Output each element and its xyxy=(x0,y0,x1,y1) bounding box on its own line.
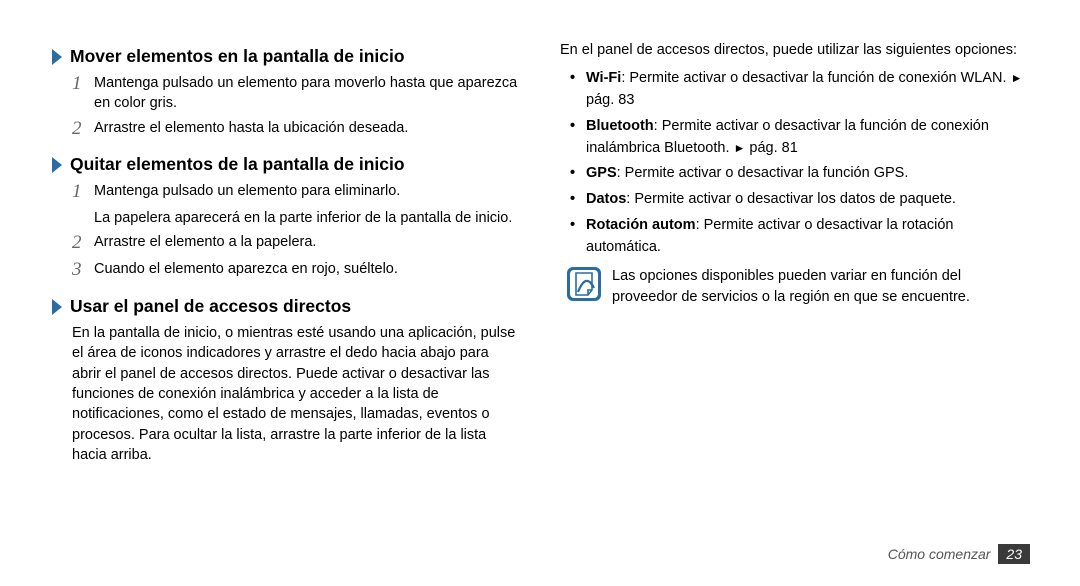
step-number: 2 xyxy=(72,118,94,141)
step-text: Mantenga pulsado un elemento para moverl… xyxy=(94,73,520,114)
page-footer: Cómo comenzar 23 xyxy=(888,544,1030,564)
numbered-step: 3 Cuando el elemento aparezca en rojo, s… xyxy=(72,259,520,282)
section-paragraph: En la pantalla de inicio, o mientras est… xyxy=(72,323,520,465)
footer-section-label: Cómo comenzar xyxy=(888,546,991,562)
numbered-step: 2 Arrastre el elemento a la papelera. xyxy=(72,232,520,255)
left-column: Mover elementos en la pantalla de inicio… xyxy=(50,40,520,469)
bullet-rest: : Permite activar o desactivar los datos… xyxy=(626,191,956,207)
bullet-bold: Wi-Fi xyxy=(586,70,621,86)
right-column: En el panel de accesos directos, puede u… xyxy=(560,40,1030,469)
list-item: • Datos: Permite activar o desactivar lo… xyxy=(570,189,1030,211)
section-heading-move: Mover elementos en la pantalla de inicio xyxy=(50,46,520,67)
bullet-rest: : Permite activar o desactivar la funció… xyxy=(617,165,909,181)
step-text: Cuando el elemento aparezca en rojo, sué… xyxy=(94,259,520,279)
step-number: 2 xyxy=(72,232,94,255)
numbered-step: 1 Mantenga pulsado un elemento para elim… xyxy=(72,181,520,204)
step-text: Arrastre el elemento hasta la ubicación … xyxy=(94,118,520,138)
step-number: 3 xyxy=(72,259,94,282)
footer-page-number: 23 xyxy=(998,544,1030,564)
bullet-page: pág. 81 xyxy=(745,140,797,156)
list-item: • Bluetooth: Permite activar o desactiva… xyxy=(570,116,1030,160)
section-heading-remove: Quitar elementos de la pantalla de inici… xyxy=(50,154,520,175)
step-number: 1 xyxy=(72,73,94,96)
heading-text: Quitar elementos de la pantalla de inici… xyxy=(70,154,405,175)
bullet-text: Bluetooth: Permite activar o desactivar … xyxy=(586,116,1030,160)
list-item: • Rotación autom: Permite activar o desa… xyxy=(570,215,1030,259)
step-text: Arrastre el elemento a la papelera. xyxy=(94,232,520,252)
bullet-dot: • xyxy=(570,215,586,237)
bullet-text: GPS: Permite activar o desactivar la fun… xyxy=(586,163,1030,185)
bullet-dot: • xyxy=(570,163,586,185)
numbered-step: 2 Arrastre el elemento hasta la ubicació… xyxy=(72,118,520,141)
step-text: Mantenga pulsado un elemento para elimin… xyxy=(94,181,520,201)
bullet-list: • Wi-Fi: Permite activar o desactivar la… xyxy=(570,68,1030,258)
note-icon xyxy=(566,266,602,302)
numbered-step: 1 Mantenga pulsado un elemento para move… xyxy=(72,73,520,114)
note-text: Las opciones disponibles pueden variar e… xyxy=(612,266,1030,307)
bullet-text: Rotación autom: Permite activar o desact… xyxy=(586,215,1030,259)
chevron-right-icon xyxy=(50,156,64,174)
bullet-bold: Rotación autom xyxy=(586,217,696,233)
list-item: • Wi-Fi: Permite activar o desactivar la… xyxy=(570,68,1030,112)
bullet-dot: • xyxy=(570,189,586,211)
chevron-right-icon xyxy=(50,298,64,316)
heading-text: Usar el panel de accesos directos xyxy=(70,296,351,317)
step-number: 1 xyxy=(72,181,94,204)
page-columns: Mover elementos en la pantalla de inicio… xyxy=(50,40,1030,469)
list-item: • GPS: Permite activar o desactivar la f… xyxy=(570,163,1030,185)
play-arrow-icon: ► xyxy=(734,141,746,155)
bullet-bold: Datos xyxy=(586,191,626,207)
play-arrow-icon: ► xyxy=(1011,71,1023,85)
heading-text: Mover elementos en la pantalla de inicio xyxy=(70,46,405,67)
bullet-text: Datos: Permite activar o desactivar los … xyxy=(586,189,1030,211)
bullet-bold: GPS xyxy=(586,165,617,181)
intro-text: En el panel de accesos directos, puede u… xyxy=(560,40,1030,60)
chevron-right-icon xyxy=(50,48,64,66)
bullet-page: pág. 83 xyxy=(586,92,634,108)
bullet-text: Wi-Fi: Permite activar o desactivar la f… xyxy=(586,68,1030,112)
bullet-rest: : Permite activar o desactivar la funció… xyxy=(621,70,1010,86)
step-subtext: La papelera aparecerá en la parte inferi… xyxy=(94,208,520,228)
note-box: Las opciones disponibles pueden variar e… xyxy=(566,266,1030,307)
bullet-dot: • xyxy=(570,68,586,90)
bullet-bold: Bluetooth xyxy=(586,118,654,134)
bullet-dot: • xyxy=(570,116,586,138)
section-heading-panel: Usar el panel de accesos directos xyxy=(50,296,520,317)
